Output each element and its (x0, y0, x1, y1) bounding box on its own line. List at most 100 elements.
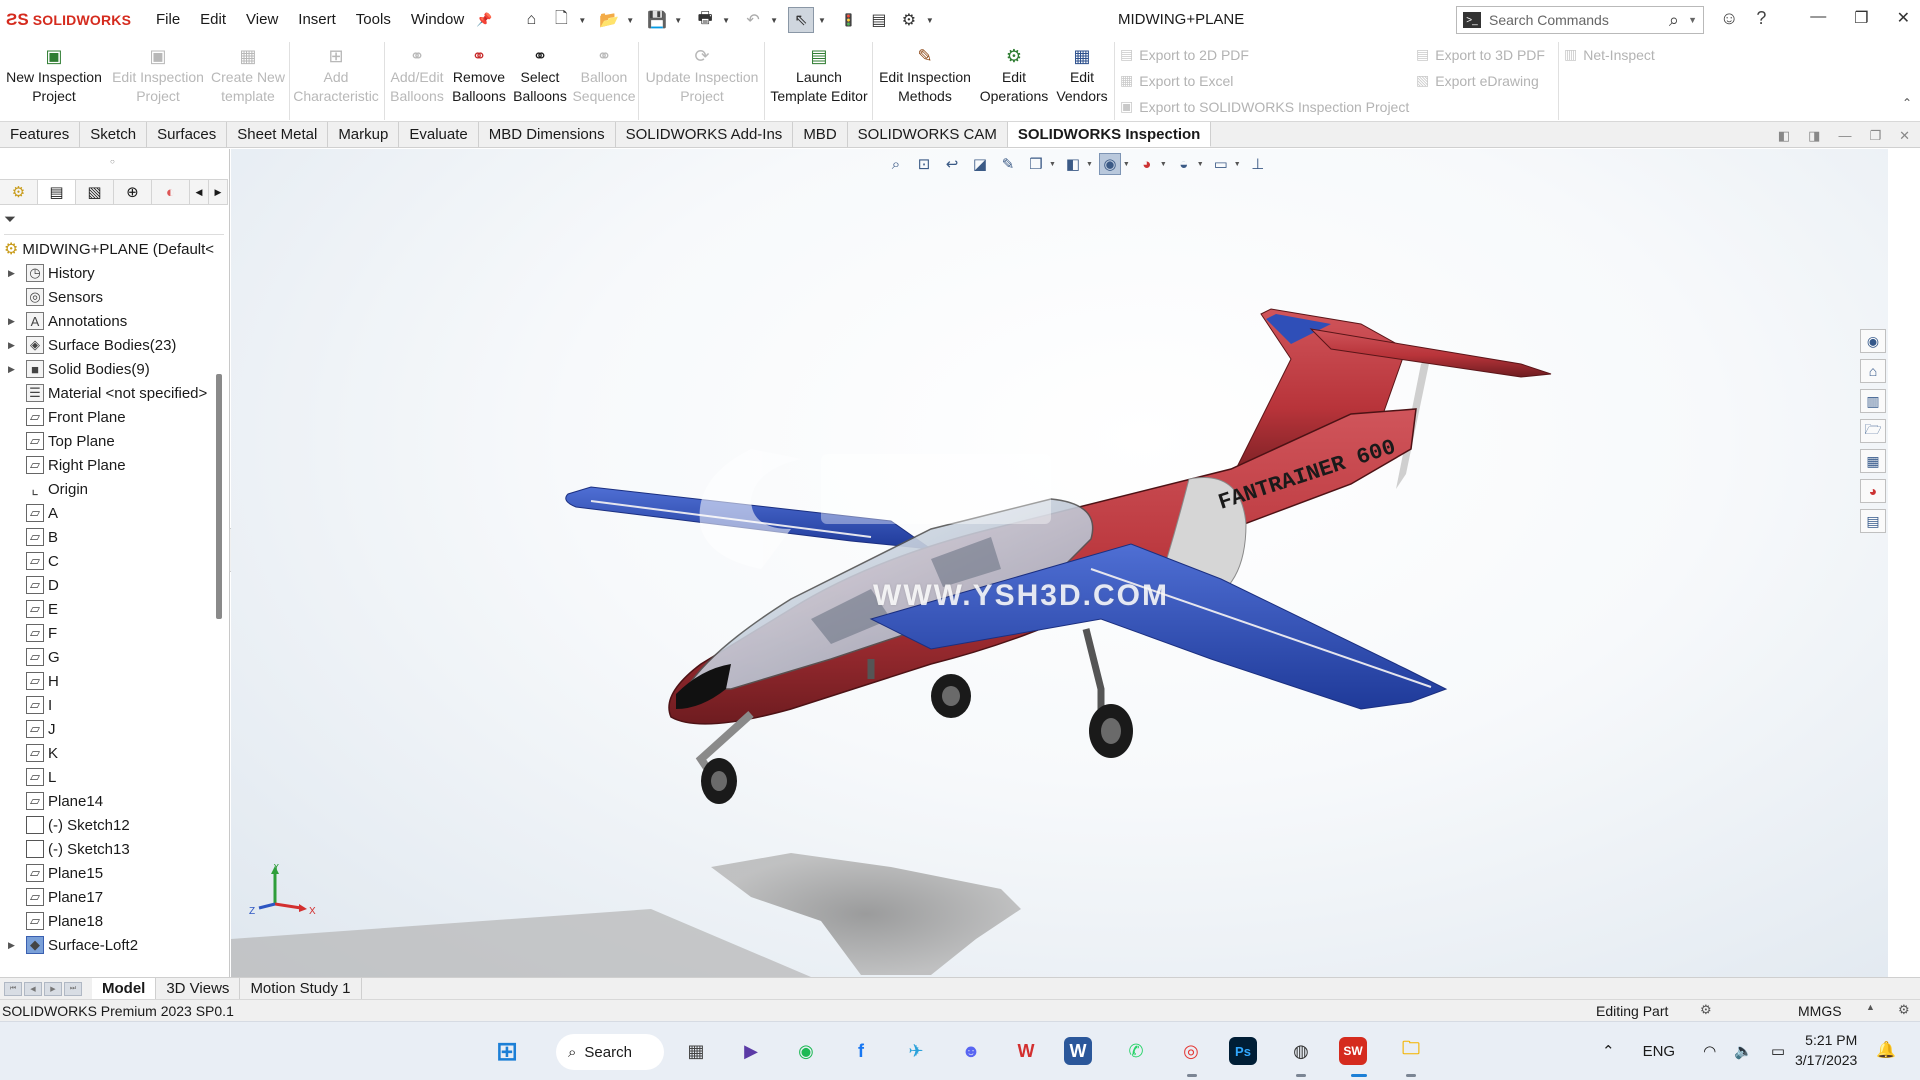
edit-operations-button[interactable]: ⚙ Edit Operations (978, 44, 1050, 106)
tab-features[interactable]: Features (0, 122, 81, 147)
menu-window[interactable]: Window (401, 0, 474, 40)
collapse-ribbon-icon[interactable]: ⌃ (1902, 96, 1912, 110)
word-icon[interactable]: W (1064, 1037, 1092, 1065)
rebuild-status-icon[interactable]: ⚙ (1700, 1002, 1712, 1018)
tree-item[interactable]: ▱ Plane15 (0, 861, 214, 885)
home-icon[interactable]: ⌂ (1860, 359, 1886, 383)
custom-properties-icon[interactable]: ▤ (1860, 509, 1886, 533)
home-icon[interactable]: ⌂ (518, 7, 544, 33)
rebuild-traffic-light-icon[interactable]: 🚦 (836, 7, 862, 33)
tree-item[interactable]: ▱ K (0, 741, 214, 765)
tile-left-icon[interactable]: ◧ (1778, 128, 1790, 144)
pin-icon[interactable]: 📌 (476, 0, 492, 40)
add-characteristic-button[interactable]: ⊞ Add Characteristic (293, 44, 379, 106)
tab-3d-views[interactable]: 3D Views (156, 977, 241, 1000)
tree-item[interactable]: ▱ B (0, 525, 214, 549)
prev-tab-icon[interactable]: ◀ (24, 981, 42, 996)
last-tab-icon[interactable]: ⏭ (64, 981, 82, 996)
tree-item[interactable]: ▱ D (0, 573, 214, 597)
tree-item[interactable]: ▱ Top Plane (0, 429, 214, 453)
tab-model[interactable]: Model (92, 977, 157, 1000)
spotify-icon[interactable]: ◉ (789, 1034, 823, 1068)
filter-icon[interactable]: ⏷ (4, 211, 16, 228)
chrome-icon[interactable]: ◎ (1174, 1034, 1208, 1068)
whatsapp-icon[interactable]: ✆ (1119, 1034, 1153, 1068)
display-manager-tab-icon[interactable]: ◐ (152, 180, 190, 204)
tab-solidworks-add-ins[interactable]: SOLIDWORKS Add-Ins (616, 122, 794, 147)
tab-scroll-right-icon[interactable]: ▶ (209, 180, 228, 204)
export-excel-button[interactable]: ▦ Export to Excel (1120, 72, 1233, 89)
tree-item[interactable]: ▱ C (0, 549, 214, 573)
options-gear-icon[interactable]: ⚙ (896, 7, 922, 33)
open-dropdown-icon[interactable]: ▼ (626, 16, 634, 25)
discord-icon[interactable]: ☻ (954, 1034, 988, 1068)
first-tab-icon[interactable]: ⏮ (4, 981, 22, 996)
solidworks-resources-icon[interactable]: ◉ (1860, 329, 1886, 353)
taskbar-clock[interactable]: 5:21 PM 3/17/2023 (1795, 1030, 1857, 1070)
restore-icon[interactable]: ❐ (1854, 8, 1868, 28)
show-hidden-icons-icon[interactable]: ⌃ (1602, 1042, 1615, 1060)
search-icon[interactable]: ⌕ (1669, 10, 1679, 31)
help-icon[interactable]: ? (1756, 8, 1766, 29)
microsoft-store-icon[interactable]: ▦ (679, 1034, 713, 1068)
search-input[interactable]: Search Commands (1489, 12, 1609, 28)
tree-item[interactable]: ▶ ■ Solid Bodies(9) (0, 357, 214, 381)
print-dropdown-icon[interactable]: ▼ (722, 16, 730, 25)
launch-template-editor-button[interactable]: ▤ Launch Template Editor (768, 44, 870, 106)
tree-item[interactable]: ▱ Plane14 (0, 789, 214, 813)
tab-markup[interactable]: Markup (328, 122, 400, 147)
tab-mbd-dimensions[interactable]: MBD Dimensions (479, 122, 616, 147)
tab-mbd[interactable]: MBD (793, 122, 848, 147)
edit-inspection-project-button[interactable]: ▣ Edit Inspection Project (108, 44, 208, 106)
select-cursor-icon[interactable]: ⇖ (787, 7, 814, 33)
tree-item[interactable]: ◎ Sensors (0, 285, 214, 309)
volume-icon[interactable]: 🔈 (1734, 1042, 1753, 1060)
airplane-model[interactable]: FANTRAINER 600 (231, 149, 1888, 977)
customize-status-icon[interactable]: ⚙ (1898, 1002, 1910, 1018)
tree-item[interactable]: ▱ J (0, 717, 214, 741)
menu-insert[interactable]: Insert (288, 0, 346, 40)
property-manager-tab-icon[interactable]: ▤ (37, 180, 76, 204)
tab-motion-study[interactable]: Motion Study 1 (240, 977, 362, 1000)
3ds-max-icon[interactable]: ◍ (1284, 1034, 1318, 1068)
close-icon[interactable]: ✕ (1897, 8, 1910, 28)
expand-arrow-icon[interactable]: ▶ (8, 364, 20, 375)
dimxpert-manager-tab-icon[interactable]: ⊕ (114, 180, 152, 204)
facebook-icon[interactable]: f (844, 1034, 878, 1068)
wifi-icon[interactable]: ◠ (1703, 1042, 1716, 1060)
tab-scroll-left-icon[interactable]: ◀ (190, 180, 209, 204)
tree-item[interactable]: ▱ H (0, 669, 214, 693)
tree-item[interactable]: ▱ A (0, 501, 214, 525)
add-edit-balloons-button[interactable]: ⚭ Add/Edit Balloons (388, 44, 446, 106)
open-folder-icon[interactable]: 📂 (596, 7, 622, 33)
balloon-sequence-button[interactable]: ⚭ Balloon Sequence (572, 44, 636, 106)
export-2d-pdf-button[interactable]: ▤ Export to 2D PDF (1120, 46, 1249, 63)
save-dropdown-icon[interactable]: ▼ (674, 16, 682, 25)
tree-item[interactable]: (-) Sketch13 (0, 837, 214, 861)
tree-item[interactable]: ▱ Plane17 (0, 885, 214, 909)
tab-surfaces[interactable]: Surfaces (147, 122, 228, 147)
tree-item[interactable]: ▱ G (0, 645, 214, 669)
doc-minimize-icon[interactable]: — (1838, 128, 1851, 144)
tree-item[interactable]: ▶ A Annotations (0, 309, 214, 333)
tree-item[interactable]: ▶ ◈ Surface Bodies(23) (0, 333, 214, 357)
export-3d-pdf-button[interactable]: ▤ Export to 3D PDF (1416, 46, 1545, 63)
menu-file[interactable]: File (146, 0, 190, 40)
tree-item[interactable]: ▱ I (0, 693, 214, 717)
tree-filter[interactable]: ⏷ (4, 211, 224, 235)
edit-inspection-methods-button[interactable]: ✎ Edit Inspection Methods (874, 44, 976, 106)
tab-evaluate[interactable]: Evaluate (399, 122, 479, 147)
view-palette-icon[interactable]: ▦ (1860, 449, 1886, 473)
print-icon[interactable]: 🖶 (692, 7, 718, 33)
tree-item[interactable]: ⌞ Origin (0, 477, 214, 501)
solidworks-taskbar-icon[interactable]: SW (1339, 1037, 1367, 1065)
solidworks-logo[interactable]: ƧS SOLIDWORKS (6, 10, 146, 30)
select-balloons-button[interactable]: ⚭ Select Balloons (512, 44, 568, 106)
new-dropdown-icon[interactable]: ▼ (578, 16, 586, 25)
tree-vertical-scrollbar[interactable] (216, 374, 222, 619)
net-inspect-button[interactable]: ▥ Net-Inspect (1564, 46, 1655, 63)
expand-arrow-icon[interactable]: ▶ (8, 340, 20, 351)
tree-item[interactable]: ▶ ◷ History (0, 261, 214, 285)
menu-tools[interactable]: Tools (346, 0, 401, 40)
file-properties-icon[interactable]: ▤ (866, 7, 892, 33)
